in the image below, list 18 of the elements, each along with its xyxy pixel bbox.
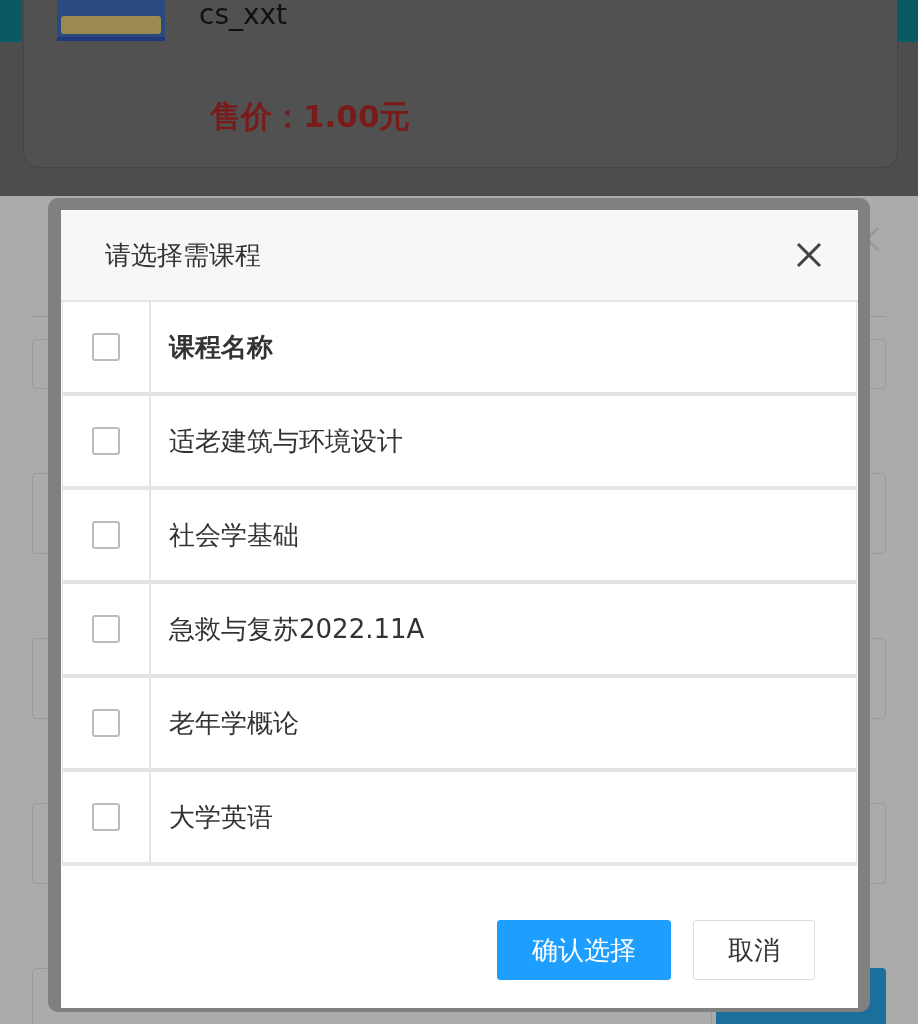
cancel-button[interactable]: 取消 <box>693 920 815 980</box>
course-name: 社会学基础 <box>168 518 299 552</box>
close-icon[interactable] <box>796 242 822 268</box>
course-name: 适老建筑与环境设计 <box>168 424 403 458</box>
header-bar <box>898 0 918 42</box>
column-header: 课程名称 <box>167 330 273 364</box>
product-name: cs_xxt <box>199 0 288 31</box>
header-bar <box>0 0 22 42</box>
checkbox[interactable] <box>92 333 120 361</box>
checkbox[interactable] <box>92 803 120 831</box>
course-name: 老年学概论 <box>168 706 299 740</box>
course-name: 大学英语 <box>168 800 273 834</box>
dialog-title: 请选择需课程 <box>105 238 261 272</box>
checkbox[interactable] <box>92 427 120 455</box>
checkbox[interactable] <box>92 615 120 643</box>
checkbox[interactable] <box>92 709 120 737</box>
checkbox[interactable] <box>92 521 120 549</box>
course-name: 急救与复苏2022.11A <box>168 612 425 646</box>
